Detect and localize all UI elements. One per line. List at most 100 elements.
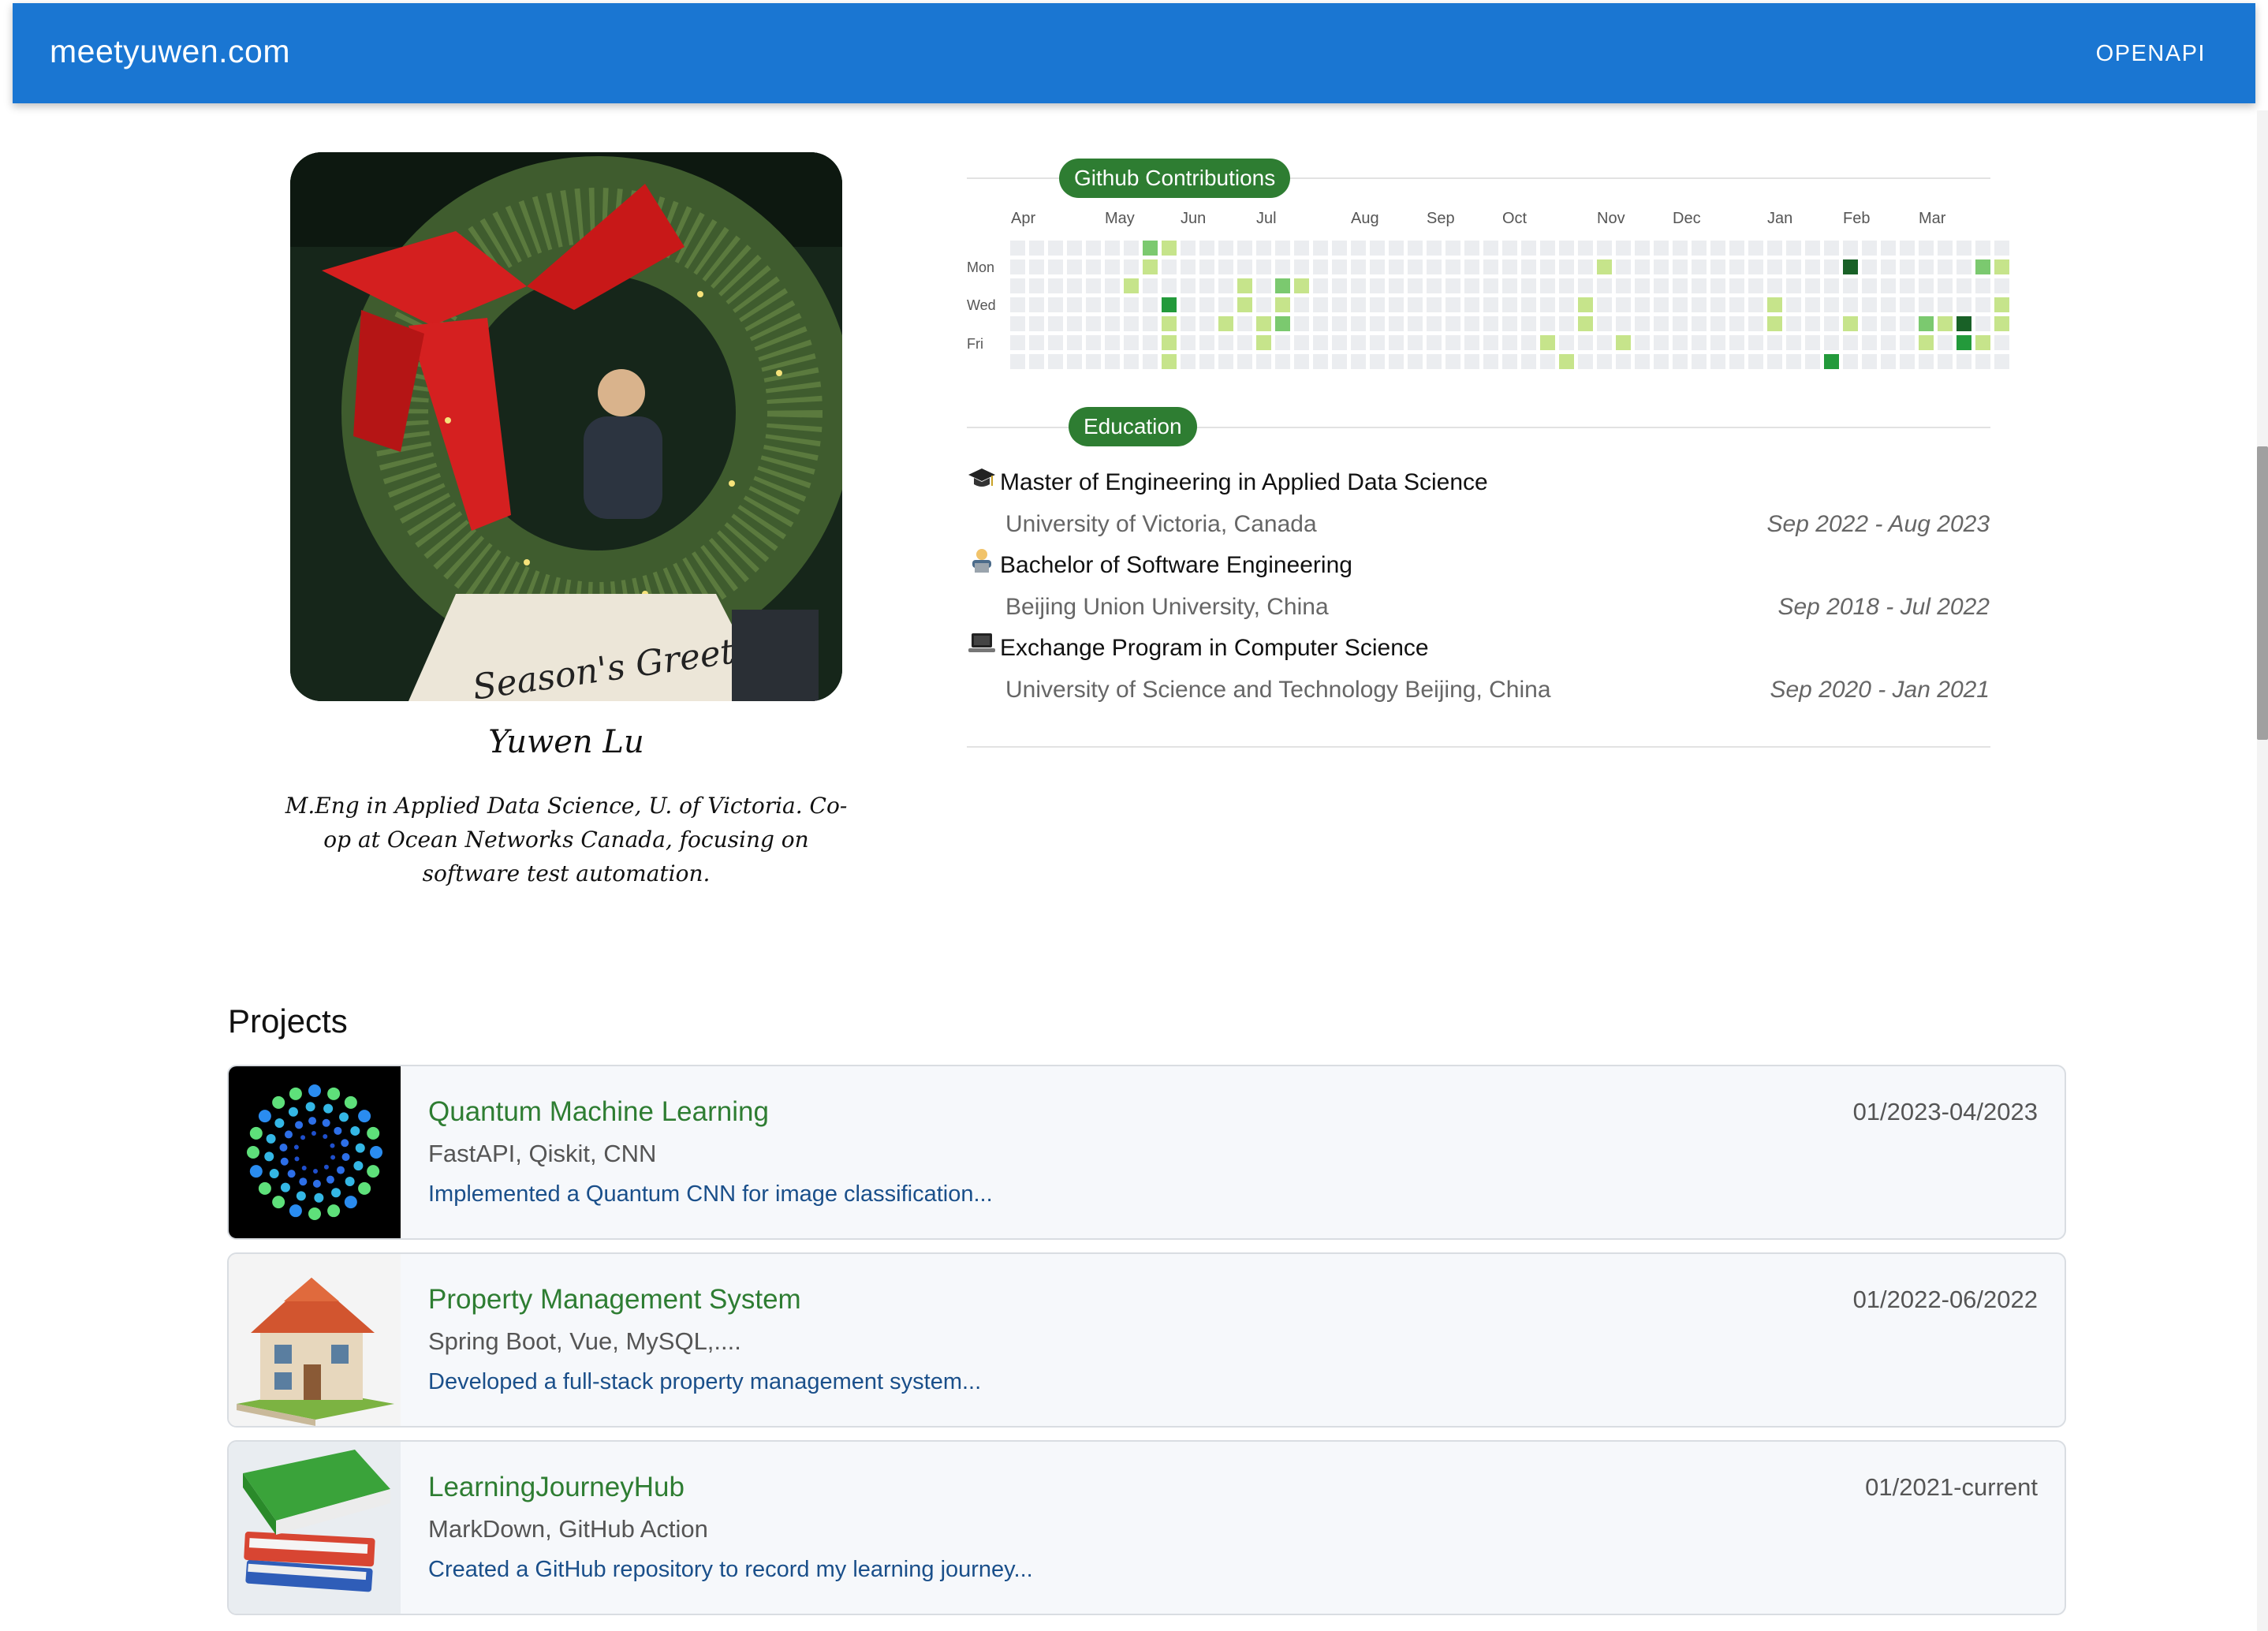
contribution-cell: [1408, 278, 1423, 293]
contribution-cell: [1294, 297, 1309, 312]
quantum-dot: [279, 1143, 288, 1151]
house-icon: [229, 1254, 401, 1426]
contribution-cell: [1919, 354, 1934, 369]
contribution-cell: [1805, 241, 1820, 256]
contribution-cell: [1673, 297, 1688, 312]
contribution-cell: [1275, 335, 1290, 350]
contribution-cell: [1616, 297, 1631, 312]
contribution-cell: [1502, 259, 1517, 274]
contribution-cell: [1805, 335, 1820, 350]
contribution-cell: [1938, 259, 1953, 274]
project-card-property-management[interactable]: Property Management System Spring Boot, …: [227, 1252, 2066, 1428]
contribution-cell: [1445, 259, 1460, 274]
project-title[interactable]: Quantum Machine Learning: [428, 1096, 769, 1128]
quantum-dot: [330, 1155, 336, 1160]
contribution-cell: [1199, 354, 1214, 369]
quantum-dot: [339, 1112, 349, 1122]
contribution-cell: [1370, 335, 1385, 350]
contribution-cell: [1635, 316, 1650, 331]
education-dates: Sep 2020 - Jan 2021: [1770, 677, 1990, 703]
contribution-cell: [1578, 278, 1593, 293]
project-card-quantum-ml[interactable]: Quantum Machine Learning FastAPI, Qiskit…: [227, 1065, 2066, 1240]
contribution-cell: [1445, 316, 1460, 331]
contribution-cell: [1502, 278, 1517, 293]
day-label: Wed: [967, 297, 996, 313]
contribution-cell: [1256, 316, 1271, 331]
month-label: Mar: [1919, 210, 1946, 227]
contribution-cell: [1370, 278, 1385, 293]
project-card-learning-journey[interactable]: LearningJourneyHub MarkDown, GitHub Acti…: [227, 1440, 2066, 1615]
contribution-cell: [1162, 259, 1177, 274]
contribution-cell: [1805, 316, 1820, 331]
contribution-cell: [1502, 335, 1517, 350]
contribution-cell: [1767, 259, 1782, 274]
contribution-cell: [1408, 354, 1423, 369]
contribution-cell: [1313, 259, 1328, 274]
contribution-cell: [1843, 354, 1858, 369]
quantum-dot: [313, 1168, 319, 1174]
contribution-cell: [1181, 259, 1196, 274]
contribution-cell: [1048, 335, 1063, 350]
quantum-dot: [344, 1095, 357, 1109]
contribution-cell: [1370, 259, 1385, 274]
contribution-cell: [1294, 316, 1309, 331]
contribution-cell: [1029, 297, 1044, 312]
contribution-cell: [1900, 354, 1915, 369]
profile-name: Yuwen Lu: [488, 724, 644, 760]
contribution-cell: [1502, 297, 1517, 312]
contribution-cell: [1559, 297, 1574, 312]
contribution-cell: [1540, 316, 1555, 331]
quantum-dot: [327, 1087, 341, 1100]
scrollbar-track[interactable]: [2257, 110, 2268, 1631]
contribution-cell: [1067, 316, 1082, 331]
quantum-dot: [300, 1135, 306, 1140]
contribution-cell: [1464, 316, 1479, 331]
openapi-button[interactable]: OPENAPI: [2096, 41, 2206, 67]
contribution-cell: [1010, 259, 1025, 274]
site-brand-link[interactable]: meetyuwen.com: [50, 33, 290, 70]
contribution-cell: [1010, 297, 1025, 312]
projects-heading: Projects: [228, 1002, 348, 1039]
contribution-cell: [1105, 316, 1120, 331]
contribution-cell: [1275, 316, 1290, 331]
contribution-cell: [1389, 335, 1404, 350]
contribution-cell: [1294, 241, 1309, 256]
quantum-dot: [296, 1191, 306, 1201]
contribution-cell: [1748, 316, 1763, 331]
quantum-dot: [350, 1125, 360, 1136]
contribution-cell: [1086, 241, 1101, 256]
contribution-cell: [1975, 297, 1990, 312]
contribution-cell: [1824, 259, 1839, 274]
education-dates: Sep 2018 - Jul 2022: [1777, 594, 1990, 620]
contribution-cell: [1389, 297, 1404, 312]
contribution-cell: [1919, 297, 1934, 312]
quantum-dot: [272, 1196, 285, 1209]
contribution-cell: [1692, 335, 1707, 350]
project-title[interactable]: Property Management System: [428, 1284, 801, 1316]
contribution-cell: [1294, 278, 1309, 293]
scrollbar-thumb[interactable]: [2257, 446, 2268, 740]
contribution-cell: [1540, 335, 1555, 350]
contribution-cell: [1067, 259, 1082, 274]
quantum-dot: [334, 1126, 342, 1135]
contribution-cell: [1938, 241, 1953, 256]
contribution-cell: [1824, 354, 1839, 369]
month-label: Dec: [1673, 210, 1701, 227]
contribution-cell: [1521, 259, 1536, 274]
quantum-dot: [308, 1207, 321, 1220]
contribution-cell: [1218, 354, 1233, 369]
contribution-cell: [1994, 259, 2009, 274]
contribution-cell: [1389, 354, 1404, 369]
project-description: Created a GitHub repository to record my…: [428, 1557, 1033, 1582]
contribution-cell: [1616, 278, 1631, 293]
quantum-dot: [341, 1153, 350, 1162]
contribution-cell: [1256, 335, 1271, 350]
project-title[interactable]: LearningJourneyHub: [428, 1472, 685, 1503]
contribution-cell: [1862, 316, 1877, 331]
quantum-dot: [269, 1169, 279, 1179]
contribution-cell: [1635, 241, 1650, 256]
contribution-cell: [1729, 241, 1744, 256]
contribution-cell: [1578, 297, 1593, 312]
contribution-cell: [1540, 278, 1555, 293]
contribution-cell: [1408, 335, 1423, 350]
